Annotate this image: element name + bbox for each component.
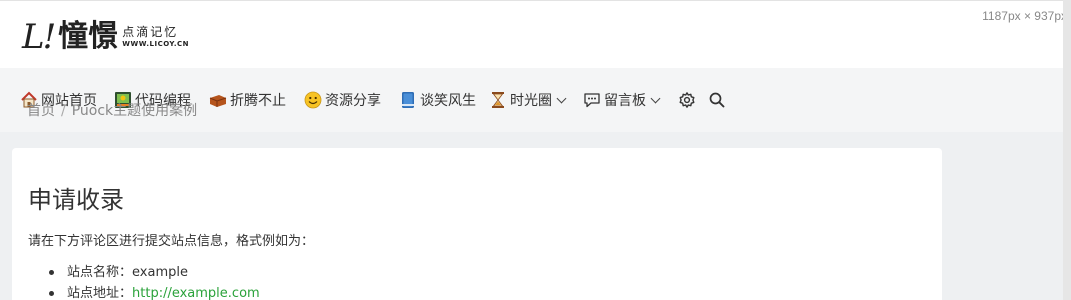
- logo-subtitle: 点滴记忆: [122, 25, 179, 39]
- hourglass-icon: [492, 92, 504, 108]
- logo-main-text: 憧憬: [58, 19, 119, 54]
- logo-side: 点滴记忆 WWW.LICOY.CN: [122, 25, 189, 49]
- article-card: 申请收录 请在下方评论区进行提交站点信息，格式例如为： 站点名称：example…: [12, 148, 942, 300]
- field-list: 站点名称：example 站点地址：http://example.com: [46, 262, 260, 300]
- book-icon: [402, 92, 414, 108]
- nav-item-label: 资源分享: [325, 93, 381, 109]
- search-button[interactable]: [708, 90, 729, 110]
- chevron-down-icon: [556, 93, 567, 103]
- intro-text: 请在下方评论区进行提交站点信息，格式例如为：: [28, 234, 315, 249]
- nav-item-tinker[interactable]: 折腾不止: [209, 90, 286, 110]
- field-label: 站点地址：: [67, 286, 133, 300]
- logo-url: WWW.LICOY.CN: [122, 40, 189, 48]
- nav-item-resources[interactable]: 资源分享: [304, 90, 381, 110]
- nav-item-label: 折腾不止: [230, 93, 286, 109]
- search-icon: [709, 92, 725, 108]
- example-link[interactable]: http://example.com: [132, 286, 260, 300]
- page-title: 申请收录: [28, 186, 124, 214]
- logo-script: L!: [22, 17, 56, 57]
- list-item: 站点名称：example: [46, 262, 260, 283]
- breadcrumb-home[interactable]: 首页: [27, 103, 55, 119]
- chevron-down-icon: [650, 93, 661, 103]
- site-logo[interactable]: L! 憧憬 点滴记忆 WWW.LICOY.CN: [22, 17, 189, 57]
- settings-button[interactable]: [678, 90, 699, 110]
- nav-item-timeline[interactable]: 时光圈: [489, 90, 567, 110]
- smiley-icon: [304, 91, 322, 109]
- breadcrumb-current[interactable]: Puock主题使用案例: [72, 103, 197, 119]
- breadcrumb: 首页 / Puock主题使用案例: [27, 100, 197, 120]
- scrollbar[interactable]: [1063, 0, 1071, 300]
- list-item: 站点地址：http://example.com: [46, 283, 260, 300]
- nav-item-label: 留言板: [604, 93, 646, 109]
- nav-item-chat-topics[interactable]: 谈笑风生: [399, 90, 476, 110]
- nav-item-label: 时光圈: [510, 93, 552, 109]
- field-label: 站点名称：: [67, 265, 133, 280]
- breadcrumb-separator: /: [61, 103, 66, 119]
- field-value: example: [132, 265, 188, 280]
- chat-icon: [584, 93, 600, 108]
- nav-item-label: 谈笑风生: [420, 93, 476, 109]
- site-header: L! 憧憬 点滴记忆 WWW.LICOY.CN 1187px × 937px: [0, 0, 1071, 68]
- dimension-overlay: 1187px × 937px: [980, 9, 1069, 23]
- nav-item-guestbook[interactable]: 留言板: [583, 90, 661, 110]
- brick-icon: [209, 95, 227, 107]
- gear-icon: [679, 92, 695, 108]
